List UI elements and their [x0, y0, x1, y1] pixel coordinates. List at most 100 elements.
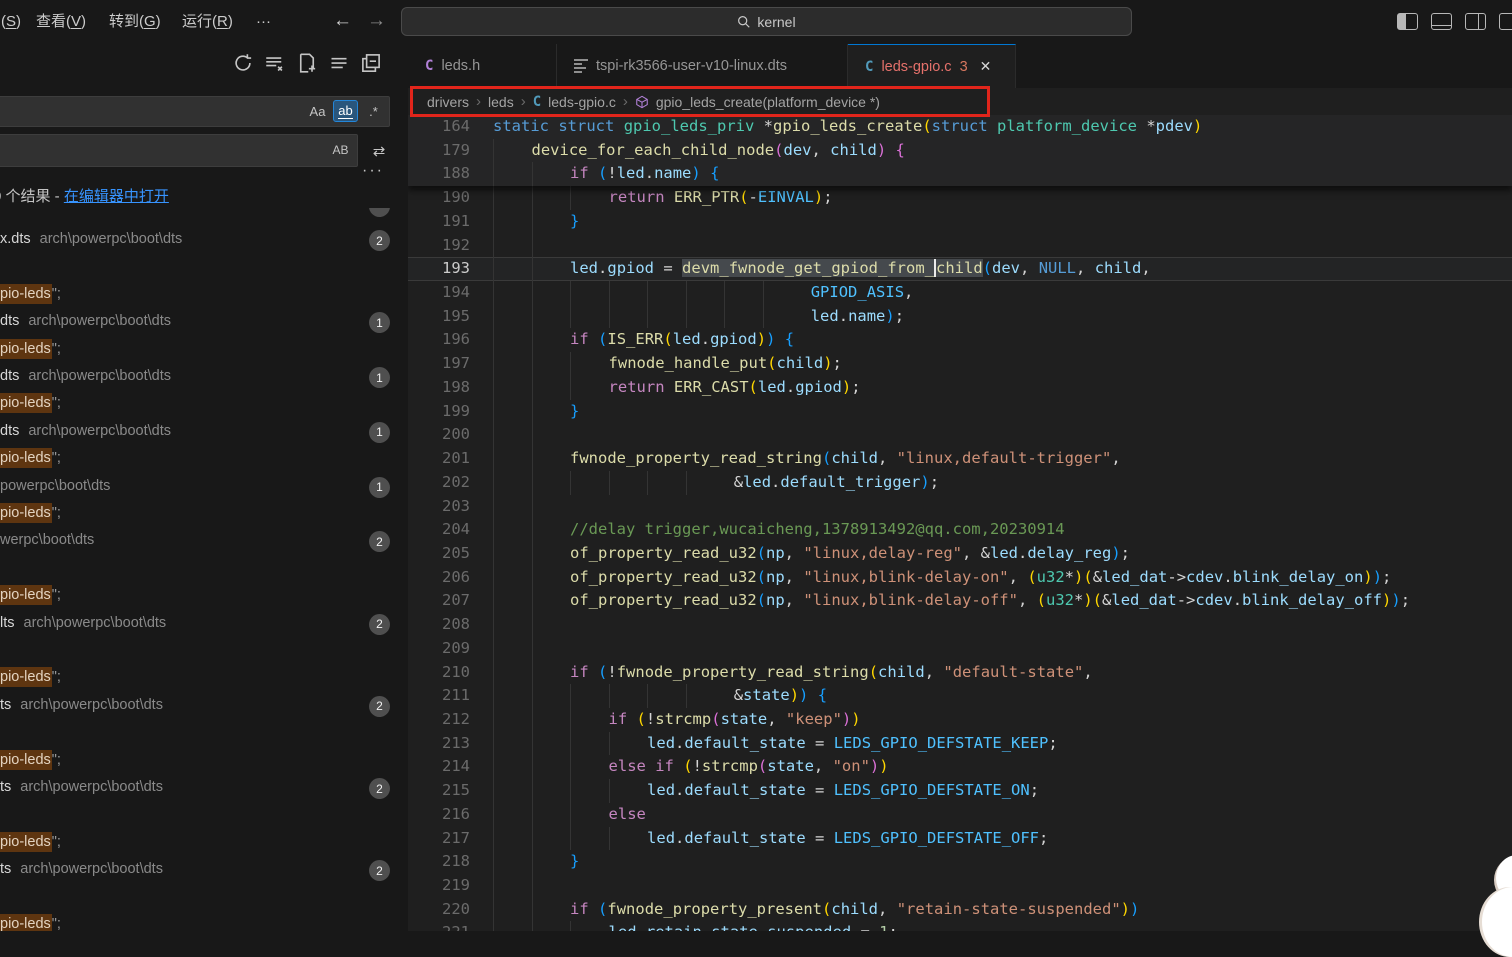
line-number[interactable]: 210	[408, 661, 470, 685]
menu-item-3[interactable]: 运行(R)	[173, 0, 242, 44]
open-new-search-editor-icon[interactable]	[297, 53, 317, 73]
tab-tspi-dts[interactable]: tspi-rk3566-user-v10-linux.dts	[557, 44, 848, 88]
menu-item-2[interactable]: 转到(G)	[100, 0, 170, 44]
line-number[interactable]: 216	[408, 803, 470, 827]
line-number[interactable]: 190	[408, 186, 470, 210]
menu-item-4[interactable]: ···	[247, 0, 280, 44]
code-line-192: 192	[408, 234, 1512, 258]
code-line-213: 213led.default_state = LEDS_GPIO_DEFSTAT…	[408, 732, 1512, 756]
result-file-row[interactable]: x.dtsarch\powerpc\boot\dts2	[0, 227, 404, 254]
result-match-row[interactable]: pio-leds";	[0, 446, 404, 473]
line-number[interactable]: 193	[408, 257, 470, 281]
line-number[interactable]: 206	[408, 566, 470, 590]
open-in-editor-link[interactable]: 在编辑器中打开	[64, 188, 169, 205]
code-line-205: 205of_property_read_u32(np, "linux,delay…	[408, 542, 1512, 566]
menu-item-1[interactable]: 查看(V)	[27, 0, 95, 44]
result-file-row[interactable]: powerpc\boot\dts1	[0, 474, 404, 501]
result-match-row[interactable]: pio-leds";	[0, 282, 404, 309]
forward-arrow[interactable]: →	[367, 0, 386, 44]
result-file-row[interactable]: dtsarch\powerpc\boot\dts1	[0, 309, 404, 336]
c-header-file-icon: C	[425, 58, 433, 74]
code-line-214: 214else if (!strcmp(state, "on"))	[408, 755, 1512, 779]
line-number[interactable]: 213	[408, 732, 470, 756]
line-number[interactable]: 218	[408, 850, 470, 874]
line-number[interactable]: 191	[408, 210, 470, 234]
code-area[interactable]: 190return ERR_PTR(-EINVAL);191}192193led…	[408, 115, 1512, 931]
result-match-row[interactable]: pio-leds";	[0, 391, 404, 418]
menu-item-0[interactable]: (S)	[0, 0, 30, 44]
line-number[interactable]: 204	[408, 518, 470, 542]
command-center-search[interactable]: kernel	[401, 7, 1132, 36]
line-number[interactable]: 220	[408, 898, 470, 922]
match-case-button[interactable]: Aa	[305, 100, 330, 122]
line-number[interactable]: 199	[408, 400, 470, 424]
result-match-row[interactable]: pio-leds";	[0, 912, 404, 931]
line-number[interactable]: 207	[408, 589, 470, 613]
preserve-case-button[interactable]: AB	[328, 139, 353, 161]
line-number[interactable]: 192	[408, 234, 470, 258]
result-match-row[interactable]: pio-leds";	[0, 337, 404, 364]
line-number[interactable]: 196	[408, 328, 470, 352]
line-number[interactable]: 194	[408, 281, 470, 305]
line-number[interactable]: 209	[408, 637, 470, 661]
toggle-secondary-sidebar-icon[interactable]	[1465, 13, 1486, 30]
customize-layout-icon[interactable]	[1499, 13, 1512, 30]
result-match-row[interactable]: pio-leds";	[0, 830, 404, 857]
result-file-row[interactable]: ltsarch\powerpc\boot\dts2	[0, 611, 404, 638]
result-file-row[interactable]: tsarch\powerpc\boot\dts2	[0, 693, 404, 720]
result-file-row[interactable]: dtsarch\powerpc\boot\dts1	[0, 364, 404, 391]
match-count-badge: 2	[369, 696, 390, 717]
line-number[interactable]: 217	[408, 827, 470, 851]
line-number[interactable]: 164	[408, 115, 470, 139]
toggle-search-details-button[interactable]: ···	[362, 162, 384, 180]
regex-button[interactable]: .*	[361, 100, 386, 122]
search-input[interactable]	[0, 96, 390, 127]
clear-search-results-icon[interactable]	[265, 53, 285, 73]
line-number[interactable]: 198	[408, 376, 470, 400]
line-number[interactable]: 202	[408, 471, 470, 495]
match-count-badge: 2	[369, 778, 390, 799]
result-match-row[interactable]: pio-leds";	[0, 748, 404, 775]
result-match-row[interactable]: pio-leds";	[0, 501, 404, 528]
result-row-empty	[0, 885, 404, 912]
close-tab-icon[interactable]: ✕	[980, 58, 992, 75]
back-arrow[interactable]: ←	[333, 0, 352, 44]
result-match-row[interactable]: pio-leds";	[0, 583, 404, 610]
line-number[interactable]: 208	[408, 613, 470, 637]
line-number[interactable]: 203	[408, 495, 470, 519]
line-number[interactable]: 201	[408, 447, 470, 471]
line-number[interactable]: 205	[408, 542, 470, 566]
replace-all-button[interactable]: ⇄	[366, 140, 392, 162]
tab-leds-h[interactable]: C leds.h	[408, 44, 557, 88]
code-line-210: 210if (!fwnode_property_read_string(chil…	[408, 661, 1512, 685]
line-number[interactable]: 215	[408, 779, 470, 803]
refresh-icon[interactable]	[233, 53, 253, 73]
result-match-row[interactable]: pio-leds";	[0, 665, 404, 692]
collapse-all-icon[interactable]	[361, 53, 381, 73]
whole-word-button[interactable]: ab	[333, 100, 358, 122]
result-file-row[interactable]: tsarch\powerpc\boot\dts2	[0, 775, 404, 802]
title-bar: (S)查看(V)转到(G)运行(R)··· ← → kernel	[0, 0, 1512, 44]
code-line-190: 190return ERR_PTR(-EINVAL);	[408, 186, 1512, 210]
result-file-row[interactable]: tsarch\powerpc\boot\dts2	[0, 857, 404, 884]
line-number[interactable]: 197	[408, 352, 470, 376]
result-row-clipped[interactable]	[0, 208, 404, 227]
toggle-panel-icon[interactable]	[1431, 13, 1452, 30]
code-line-194: 194GPIOD_ASIS,	[408, 281, 1512, 305]
line-number[interactable]: 219	[408, 874, 470, 898]
line-number[interactable]: 221	[408, 921, 470, 931]
line-number[interactable]: 212	[408, 708, 470, 732]
line-number[interactable]: 179	[408, 139, 470, 163]
line-number[interactable]: 200	[408, 423, 470, 447]
code-line-193: 193led.gpiod = devm_fwnode_get_gpiod_fro…	[408, 257, 1512, 281]
toggle-primary-sidebar-icon[interactable]	[1397, 13, 1418, 30]
result-file-row[interactable]: werpc\boot\dts2	[0, 528, 404, 555]
view-as-list-icon[interactable]	[329, 53, 349, 73]
line-number[interactable]: 188	[408, 162, 470, 186]
result-file-row[interactable]: dtsarch\powerpc\boot\dts1	[0, 419, 404, 446]
line-number[interactable]: 211	[408, 684, 470, 708]
line-number[interactable]: 195	[408, 305, 470, 329]
replace-input[interactable]	[0, 134, 358, 167]
line-number[interactable]: 214	[408, 755, 470, 779]
tab-leds-gpio-c[interactable]: C leds-gpio.c 3 ✕	[848, 44, 1016, 88]
